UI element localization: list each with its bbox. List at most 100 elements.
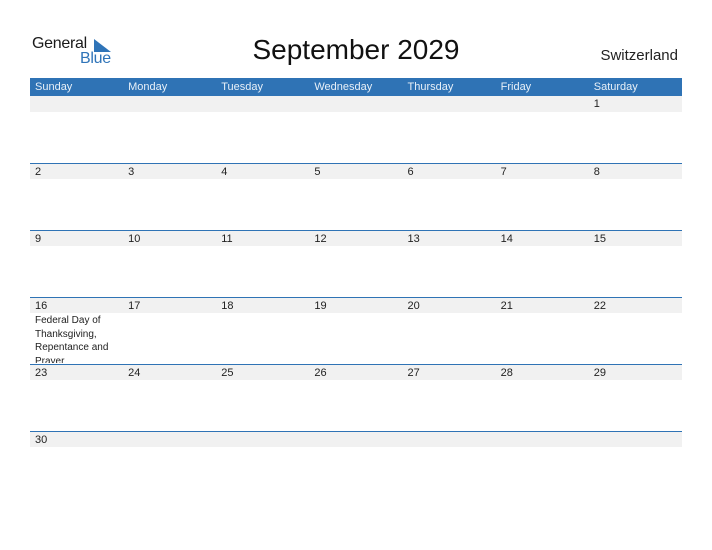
holiday-note [309,246,402,296]
holiday-note [30,380,123,430]
holiday-note [589,179,682,229]
day-number [123,432,216,447]
events-row [30,447,682,497]
holiday-note [216,112,309,162]
week-row: 16 17 18 19 20 21 22 Federal Day of Thanksgivin… [30,297,682,364]
day-number: 11 [221,233,233,245]
date-strip: 16 17 18 19 20 21 22 [30,298,682,313]
week-row: 23 24 25 26 27 28 29 [30,364,682,431]
country-label: Switzerland [600,47,678,64]
day-number: 19 [314,300,327,312]
weekday-sunday: Sunday [35,81,73,93]
day-number: 15 [593,233,606,245]
holiday-note [216,380,309,430]
holiday-note [309,179,402,229]
weekday-tuesday: Tuesday [221,81,264,93]
holiday-note [496,246,589,296]
weekday-wednesday: Wednesday [314,81,373,93]
week-row: 1 [30,96,682,163]
holiday-note [123,112,216,162]
holiday-note [589,380,682,430]
holiday-note [496,179,589,229]
holiday-note [496,447,589,497]
holiday-note [403,112,496,162]
day-number [496,96,589,112]
events-row: Federal Day of Thanksgiving, Repentance … [30,313,682,363]
day-number: 17 [128,300,141,312]
holiday-note [496,112,589,162]
date-strip: 9 10 11 12 13 14 15 [30,231,682,246]
weekday-monday: Monday [128,81,168,93]
weekday-header: Sunday Monday Tuesday Wednesday Thursday… [30,78,682,96]
day-number [309,96,402,112]
events-row [30,246,682,296]
holiday-note [216,313,309,363]
holiday-note [30,179,123,229]
day-number: 18 [221,300,234,312]
day-number: 6 [407,166,414,178]
day-number: 25 [221,367,234,379]
day-number [496,432,589,447]
week-row: 30 [30,431,682,498]
day-number: 28 [500,367,513,379]
events-row [30,380,682,430]
holiday-note [309,112,402,162]
holiday-note [403,380,496,430]
calendar-grid: Sunday Monday Tuesday Wednesday Thursday… [30,78,682,498]
week-row: 9 10 11 12 13 14 15 [30,230,682,297]
holiday-note [496,380,589,430]
holiday-note: Federal Day of Thanksgiving, Repentance … [35,315,109,363]
week-row: 2 3 4 5 6 7 8 [30,163,682,230]
holiday-note [589,313,682,363]
holiday-note [589,246,682,296]
date-strip: 23 24 25 26 27 28 29 [30,365,682,380]
day-number: 12 [314,233,327,245]
holiday-note [589,447,682,497]
day-number [30,96,123,112]
day-number [216,432,309,447]
day-number: 14 [500,233,513,245]
day-number: 24 [128,367,141,379]
weekday-saturday: Saturday [593,81,638,93]
day-number: 30 [35,434,48,446]
day-number: 3 [128,166,135,178]
holiday-note [123,380,216,430]
holiday-note [403,447,496,497]
day-number: 16 [35,300,48,312]
day-number: 21 [500,300,513,312]
holiday-note [403,179,496,229]
day-number: 4 [221,166,228,178]
weekday-friday: Friday [500,81,532,93]
day-number: 13 [407,233,420,245]
date-strip: 1 [30,96,682,112]
holiday-note [309,380,402,430]
holiday-note [123,179,216,229]
holiday-note [123,447,216,497]
events-row [30,179,682,229]
holiday-note [30,447,123,497]
weekday-thursday: Thursday [407,81,454,93]
day-number [403,432,496,447]
holiday-note [309,313,402,363]
holiday-note [309,447,402,497]
day-number: 2 [35,166,42,178]
events-row [30,112,682,162]
holiday-note [30,112,123,162]
day-number: 26 [314,367,327,379]
date-strip: 2 3 4 5 6 7 8 [30,164,682,179]
day-number: 10 [128,233,141,245]
holiday-note [123,246,216,296]
day-number: 9 [35,233,42,245]
holiday-note [216,179,309,229]
date-strip: 30 [30,432,682,447]
day-number [589,432,682,447]
holiday-note [30,246,123,296]
holiday-note [216,246,309,296]
day-number: 20 [407,300,420,312]
day-number [309,432,402,447]
day-number: 29 [593,367,606,379]
day-number [216,96,309,112]
day-number: 5 [314,166,321,178]
holiday-note [403,313,496,363]
day-number: 1 [593,98,600,110]
